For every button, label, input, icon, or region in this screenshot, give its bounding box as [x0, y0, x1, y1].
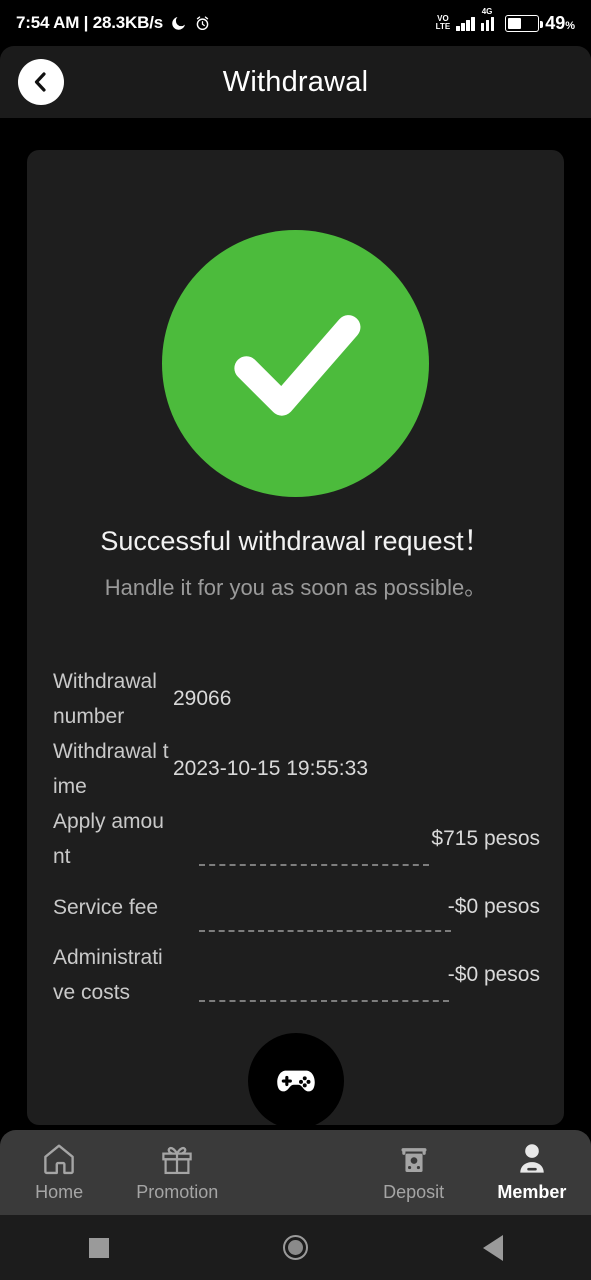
status-bar-right: VO LTE 4G 49% — [435, 7, 575, 34]
page-title: Withdrawal — [222, 65, 369, 98]
table-row: Administrative costs -$0 pesos — [53, 940, 564, 1010]
chevron-left-icon — [34, 72, 46, 92]
row-divider — [199, 930, 451, 932]
table-row: Withdrawal number 29066 — [53, 664, 564, 734]
success-headline: Successful withdrawal request！ — [100, 526, 491, 556]
gift-icon — [162, 1147, 193, 1175]
row-label: Apply amount — [53, 810, 164, 868]
row-value: -$0 pesos — [447, 895, 540, 918]
row-divider — [199, 1000, 449, 1002]
status-bar-left: 7:54 AM | 28.3KB/s — [16, 13, 211, 33]
crescent-moon-icon — [172, 16, 185, 30]
square-icon — [88, 1237, 109, 1258]
battery-percent: 49% — [545, 12, 575, 33]
nav-label: Promotion — [136, 1182, 219, 1202]
app-header: Withdrawal — [0, 46, 591, 118]
withdrawal-result-card: Successful withdrawal request！ Handle it… — [27, 150, 564, 1125]
game-fab-button[interactable] — [247, 1033, 344, 1129]
row-label: Withdrawal number — [53, 670, 157, 728]
nav-item-deposit[interactable]: Deposit — [355, 1140, 473, 1203]
success-subline: Handle it for you as soon as possible。 — [104, 575, 487, 600]
row-value: 29066 — [173, 687, 232, 710]
nav-item-home[interactable]: Home — [0, 1140, 118, 1203]
circle-icon — [283, 1235, 308, 1260]
bottom-navigation: Home Promotion Deposit Member — [0, 1033, 591, 1215]
row-label: Withdrawal time — [53, 740, 169, 798]
atm-cash-icon — [401, 1148, 427, 1172]
row-value: $715 pesos — [431, 827, 540, 850]
signal-bars-sim1-icon — [456, 16, 475, 31]
row-divider — [199, 864, 429, 866]
table-row: Service fee -$0 pesos — [53, 874, 564, 940]
checkmark-icon — [233, 314, 360, 416]
row-label: Administrative costs — [53, 946, 163, 1004]
triangle-left-icon — [482, 1234, 503, 1261]
signal-bars-sim2-icon: 4G — [480, 7, 500, 31]
nav-label: Member — [497, 1182, 567, 1202]
check-circle-icon — [162, 230, 429, 497]
back-button[interactable] — [18, 59, 64, 105]
person-icon — [520, 1144, 544, 1173]
row-value: 2023-10-15 19:55:33 — [173, 757, 368, 780]
gamepad-icon — [276, 1070, 315, 1092]
nav-label: Home — [35, 1182, 84, 1202]
volte-icon: VO LTE — [435, 13, 451, 31]
table-row: Withdrawal time 2023-10-15 19:55:33 — [53, 734, 564, 804]
table-row: Apply amount $715 pesos — [53, 804, 564, 874]
status-bar: 7:54 AM | 28.3KB/s VO LTE 4G 49% — [0, 0, 591, 46]
status-time-and-speed: 7:54 AM | 28.3KB/s — [16, 13, 163, 32]
row-value: -$0 pesos — [447, 963, 540, 986]
phone-screen: 7:54 AM | 28.3KB/s VO LTE 4G 49% Withdra… — [0, 0, 591, 1280]
alarm-clock-icon — [196, 15, 209, 30]
battery-icon — [505, 14, 544, 32]
back-nav-button[interactable] — [433, 1234, 553, 1261]
detail-rows: Withdrawal number 29066 Withdrawal time … — [27, 664, 564, 1010]
home-button[interactable] — [236, 1235, 356, 1260]
nav-item-promotion[interactable]: Promotion — [118, 1140, 236, 1203]
home-icon — [44, 1144, 74, 1175]
status-icon-wrap — [27, 230, 564, 497]
android-navigation-bar — [0, 1215, 591, 1280]
nav-item-member[interactable]: Member — [473, 1140, 591, 1203]
network-type-label: 4G — [481, 6, 493, 16]
row-label: Service fee — [53, 895, 159, 919]
recents-button[interactable] — [39, 1237, 159, 1258]
nav-label: Deposit — [383, 1182, 445, 1202]
